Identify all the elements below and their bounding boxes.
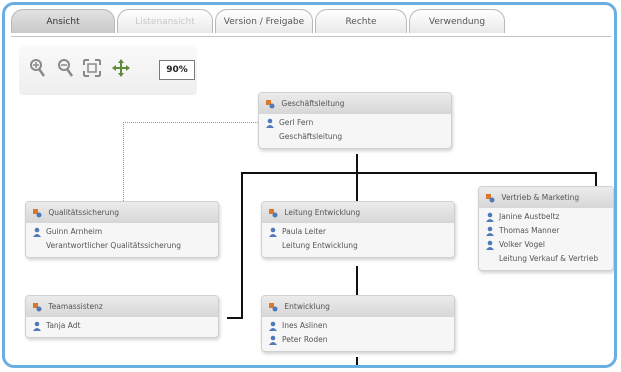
org-unit-icon [269,303,278,312]
person-name: Tanja Adt [46,321,81,330]
dotted-connector [123,122,258,123]
connector-line [227,317,243,319]
tab-ansicht[interactable]: Ansicht [11,9,115,33]
person-name: Volker Vogel [499,240,545,249]
tab-bar: Ansicht Listenansicht Version / Freigabe… [11,9,611,39]
node-title: Qualitätssicherung [48,208,120,217]
person-icon [269,335,277,345]
role-label: Verantwortlicher Qualitätssicherung [46,241,182,250]
zoom-out-icon[interactable] [55,57,75,79]
person-icon [486,212,494,222]
person-icon [486,240,494,250]
person-name: Peter Roden [282,335,328,344]
connector-line [595,172,597,186]
org-unit-icon [269,209,278,218]
node-header: Geschäftsleitung [259,93,451,114]
toolbar: 90% [19,45,197,95]
org-unit-icon [266,100,275,109]
org-unit-node[interactable]: Entwicklung Ines Aslinen Peter Roden [261,295,455,352]
tab-divider [11,36,611,37]
node-header: Leitung Entwicklung [262,202,454,223]
org-chart-window: Ansicht Listenansicht Version / Freigabe… [2,2,617,368]
org-unit-node[interactable]: Vertrieb & Marketing Janine Austbeltz Th… [478,186,614,271]
person-name: Janine Austbeltz [499,212,560,221]
connector-line [356,172,358,201]
node-title: Geschäftsleitung [281,99,345,108]
org-unit-icon [33,303,42,312]
person-icon [269,227,277,237]
org-unit-icon [33,209,42,218]
tab-rechte[interactable]: Rechte [315,9,407,33]
fit-to-screen-icon[interactable] [81,57,103,79]
node-title: Teamassistenz [48,302,103,311]
person-name: Thomas Manner [499,226,560,235]
zoom-in-icon[interactable] [27,57,47,79]
org-unit-node[interactable]: Leitung Entwicklung Paula Leiter Leitung… [261,201,455,258]
person-name: Ines Aslinen [282,321,328,330]
org-unit-node[interactable]: Qualitätssicherung Guinn Arnheim Verantw… [25,201,219,258]
org-unit-node[interactable]: Teamassistenz Tanja Adt [25,295,219,338]
dotted-connector [123,122,124,201]
zoom-level-field[interactable]: 90% [159,60,195,80]
person-icon [269,321,277,331]
role-label: Leitung Entwicklung [282,241,358,250]
node-header: Teamassistenz [26,296,218,317]
person-name: Gerl Fern [279,118,314,127]
node-title: Vertrieb & Marketing [501,193,580,202]
person-icon [33,227,41,237]
tab-listenansicht[interactable]: Listenansicht [117,9,213,33]
person-name: Guinn Arnheim [46,227,103,236]
node-header: Qualitätssicherung [26,202,218,223]
person-icon [33,321,41,331]
tab-version-freigabe[interactable]: Version / Freigabe [215,9,313,33]
navigate-icon[interactable] [111,57,135,79]
connector-line [356,154,358,174]
tab-verwendung[interactable]: Verwendung [409,9,505,33]
connector-line [241,172,243,319]
org-unit-node[interactable]: Geschäftsleitung Gerl Fern Geschäftsleit… [258,92,452,149]
node-header: Entwicklung [262,296,454,317]
person-icon [486,226,494,236]
role-label: Geschäftsleitung [279,132,343,141]
node-header: Vertrieb & Marketing [479,187,613,208]
person-icon [266,118,274,128]
connector-line [356,357,358,365]
role-label: Leitung Verkauf & Vertrieb [499,254,599,263]
node-title: Leitung Entwicklung [284,208,361,217]
org-unit-icon [486,194,495,203]
connector-line [356,266,358,296]
connector-line [241,172,597,174]
node-title: Entwicklung [284,302,330,311]
person-name: Paula Leiter [282,227,326,236]
